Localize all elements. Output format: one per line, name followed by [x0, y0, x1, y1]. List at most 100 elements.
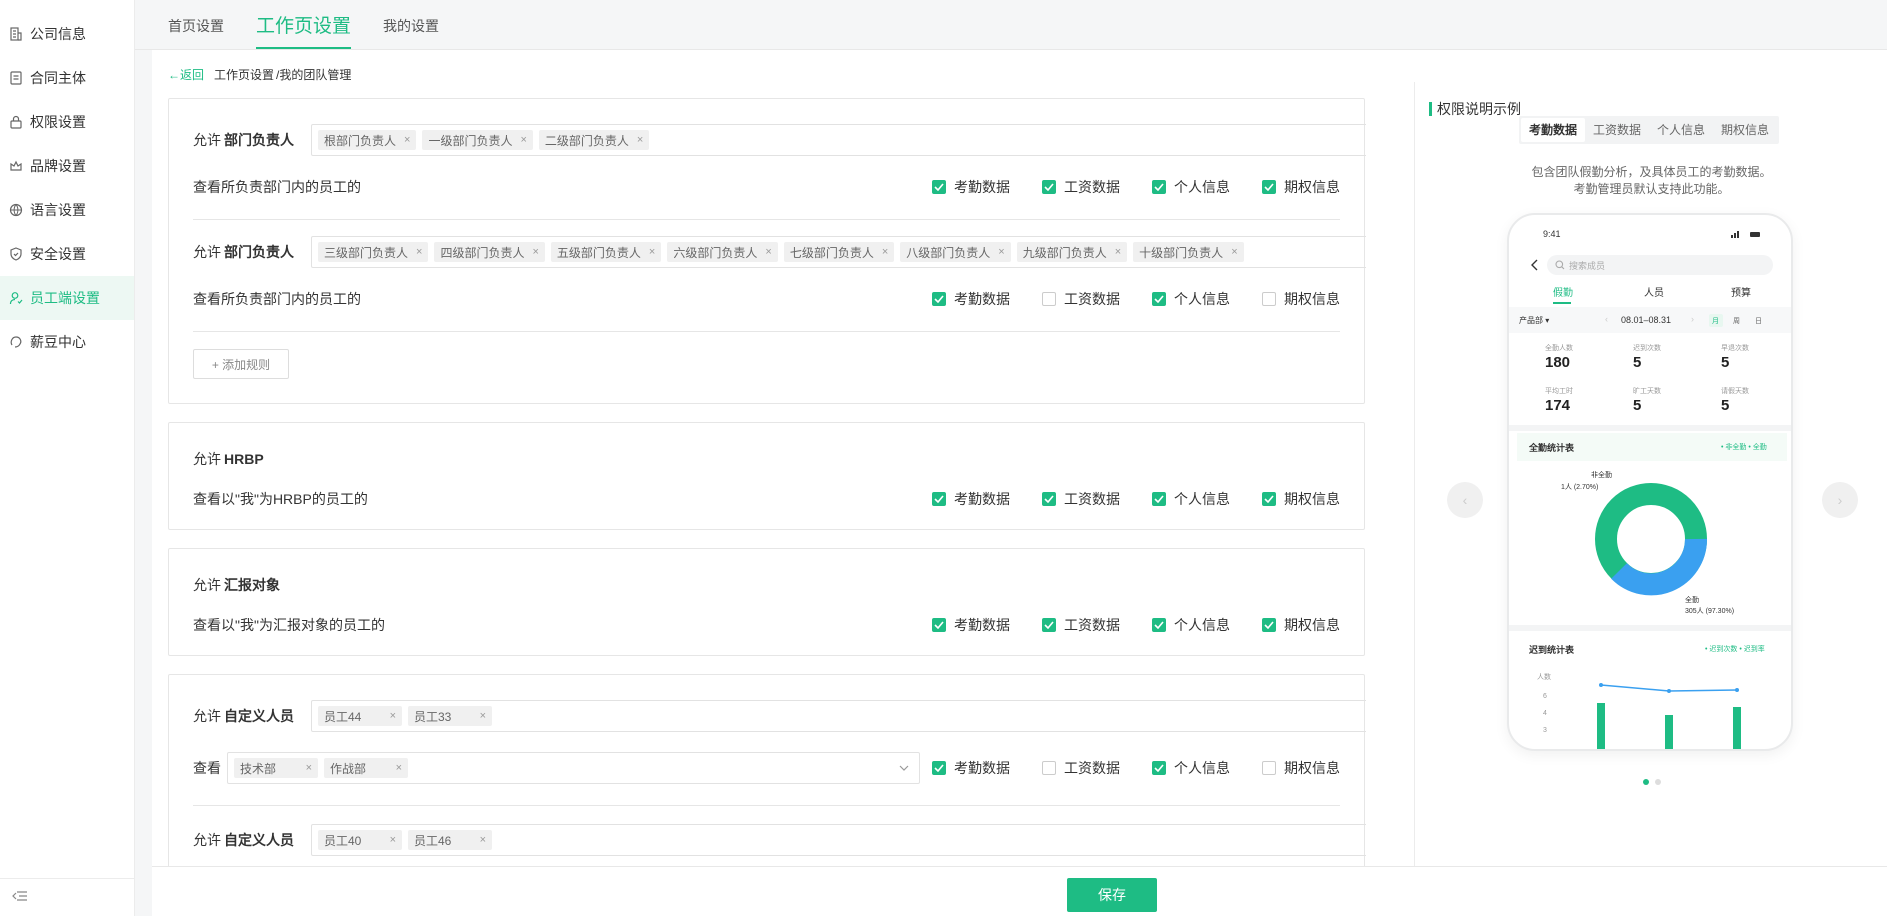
attendance-donut-chart: [1595, 483, 1708, 596]
checkbox-equity[interactable]: 期权信息: [1262, 177, 1340, 197]
checkbox-salary[interactable]: 工资数据: [1042, 289, 1120, 309]
checkbox-personal[interactable]: 个人信息: [1152, 758, 1230, 778]
checkbox-personal[interactable]: 个人信息: [1152, 489, 1230, 509]
rule1-role-select[interactable]: 根部门负责人 × 一级部门负责人 × 二级部门负责人 ×: [311, 124, 1366, 156]
remove-chip-icon[interactable]: ×: [765, 246, 771, 258]
remove-chip-icon[interactable]: ×: [416, 246, 422, 258]
checkbox-personal[interactable]: 个人信息: [1152, 615, 1230, 635]
sidebar: 公司信息 合同主体 权限设置 品牌设置 语言设置 安全设置 员工端设置 薪豆中心: [0, 0, 135, 916]
sidebar-item-security[interactable]: 安全设置: [0, 232, 134, 276]
sidebar-item-employee[interactable]: 员工端设置: [0, 276, 134, 320]
remove-chip-icon[interactable]: ×: [520, 134, 526, 146]
carousel-next-button[interactable]: ›: [1822, 482, 1858, 518]
tab-home-settings[interactable]: 首页设置: [168, 16, 224, 49]
report-allow: 允许 汇报对象: [193, 577, 280, 593]
top-tab-bar: 首页设置 工作页设置 我的设置: [135, 0, 1887, 50]
back-arrow-icon: [1531, 259, 1538, 271]
remove-chip-icon[interactable]: ×: [532, 246, 538, 258]
remove-chip-icon[interactable]: ×: [1115, 246, 1121, 258]
add-rule-button[interactable]: + 添加规则: [193, 349, 289, 379]
divider: [193, 805, 1340, 806]
period-month: 月: [1712, 318, 1719, 325]
sidebar-item-label: 权限设置: [30, 114, 86, 130]
breadcrumb-current: /我的团队管理: [276, 68, 352, 82]
carousel-dot[interactable]: [1642, 779, 1649, 785]
tab-my-settings[interactable]: 我的设置: [383, 16, 439, 49]
back-link[interactable]: ←返回: [168, 66, 204, 83]
example-tab-personal[interactable]: 个人信息: [1649, 118, 1713, 142]
remove-chip-icon[interactable]: ×: [390, 710, 396, 722]
sidebar-item-company[interactable]: 公司信息: [0, 12, 134, 56]
example-tab-equity[interactable]: 期权信息: [1713, 118, 1777, 142]
checkbox-salary[interactable]: 工资数据: [1042, 489, 1120, 509]
remove-chip-icon[interactable]: ×: [998, 246, 1004, 258]
carousel-prev-button[interactable]: ‹: [1447, 482, 1483, 518]
breadcrumb-parent[interactable]: 工作页设置: [214, 66, 274, 83]
search-icon: [1555, 260, 1565, 270]
remove-chip-icon[interactable]: ×: [390, 834, 396, 846]
checkbox-attendance[interactable]: 考勤数据: [932, 758, 1010, 778]
save-button[interactable]: 保存: [1067, 878, 1157, 912]
custom1-dept-select[interactable]: 技术部 × 作战部 ×: [227, 752, 920, 784]
checkbox-attendance[interactable]: 考勤数据: [932, 489, 1010, 509]
tab-indicator: [1553, 302, 1571, 304]
globe-icon: [8, 202, 24, 218]
remove-chip-icon[interactable]: ×: [306, 762, 312, 774]
rule2-allow: 允许 部门负责人: [193, 244, 294, 260]
main-content: ←返回 工作页设置 /我的团队管理 允许 部门负责人 根部门负责人 × 一级部门负责…: [152, 50, 1887, 916]
checkbox-salary[interactable]: 工资数据: [1042, 177, 1120, 197]
remove-chip-icon[interactable]: ×: [404, 134, 410, 146]
example-tab-salary[interactable]: 工资数据: [1585, 118, 1649, 142]
stat-value: 5: [1633, 354, 1642, 371]
checkbox-salary[interactable]: 工资数据: [1042, 758, 1120, 778]
checkbox-personal[interactable]: 个人信息: [1152, 177, 1230, 197]
checkbox-equity[interactable]: 期权信息: [1262, 289, 1340, 309]
remove-chip-icon[interactable]: ×: [480, 834, 486, 846]
chart2-tick: 3: [1543, 727, 1547, 734]
panel-title: 权限说明示例: [1429, 102, 1521, 116]
remove-chip-icon[interactable]: ×: [637, 134, 643, 146]
checkbox-attendance[interactable]: 考勤数据: [932, 177, 1010, 197]
remove-chip-icon[interactable]: ×: [480, 710, 486, 722]
role-chip: 三级部门负责人 ×: [318, 242, 429, 262]
tab-workspace-settings[interactable]: 工作页设置: [256, 11, 352, 49]
remove-chip-icon[interactable]: ×: [396, 762, 402, 774]
custom2-people-select[interactable]: 员工40 × 员工46 ×: [311, 824, 1366, 856]
checkbox-attendance[interactable]: 考勤数据: [932, 289, 1010, 309]
remove-chip-icon[interactable]: ×: [1231, 246, 1237, 258]
hrbp-view-text: 查看以"我"为HRBP的员工的: [193, 491, 368, 507]
example-tab-attendance[interactable]: 考勤数据: [1521, 118, 1586, 142]
sidebar-item-bean[interactable]: 薪豆中心: [0, 320, 134, 364]
remove-chip-icon[interactable]: ×: [882, 246, 888, 258]
rule1-allow: 允许 部门负责人: [193, 130, 294, 150]
checkbox-equity[interactable]: 期权信息: [1262, 615, 1340, 635]
checkbox-attendance[interactable]: 考勤数据: [932, 615, 1010, 635]
sidebar-item-contract[interactable]: 合同主体: [0, 56, 134, 100]
custom1-permissions: 考勤数据 工资数据 个人信息 期权信息: [900, 758, 1340, 778]
chart2-title: 迟到统计表: [1529, 645, 1575, 655]
sidebar-item-language[interactable]: 语言设置: [0, 188, 134, 232]
hrbp-permissions: 考勤数据 工资数据 个人信息 期权信息: [900, 489, 1340, 509]
checkbox-equity[interactable]: 期权信息: [1262, 758, 1340, 778]
collapse-sidebar-button[interactable]: [0, 878, 135, 916]
role-chip: 九级部门负责人 ×: [1016, 242, 1128, 262]
chart1-label-a2: 1人 (2.70%): [1561, 484, 1599, 491]
rule2-role-select[interactable]: 三级部门负责人 × 四级部门负责人 × 五级部门负责人 × 六级部门负责人 × 七级部门…: [311, 236, 1366, 268]
stat-label: 早退次数: [1721, 345, 1749, 352]
sidebar-item-label: 品牌设置: [30, 158, 86, 174]
chart2-tick: 6: [1543, 693, 1547, 700]
checkbox-salary[interactable]: 工资数据: [1042, 615, 1120, 635]
role-label: 部门负责人: [224, 132, 294, 148]
remove-chip-icon[interactable]: ×: [649, 246, 655, 258]
custom1-people-select[interactable]: 员工44 × 员工33 ×: [311, 700, 1366, 732]
carousel-dot[interactable]: [1654, 779, 1661, 785]
checkbox-equity[interactable]: 期权信息: [1262, 489, 1340, 509]
stat-label: 旷工天数: [1633, 388, 1661, 395]
building-icon: [8, 26, 24, 42]
crown-icon: [8, 158, 24, 174]
collapse-icon: [12, 890, 28, 905]
document-icon: [8, 70, 24, 86]
sidebar-item-brand[interactable]: 品牌设置: [0, 144, 134, 188]
sidebar-item-permission[interactable]: 权限设置: [0, 100, 134, 144]
checkbox-personal[interactable]: 个人信息: [1152, 289, 1230, 309]
